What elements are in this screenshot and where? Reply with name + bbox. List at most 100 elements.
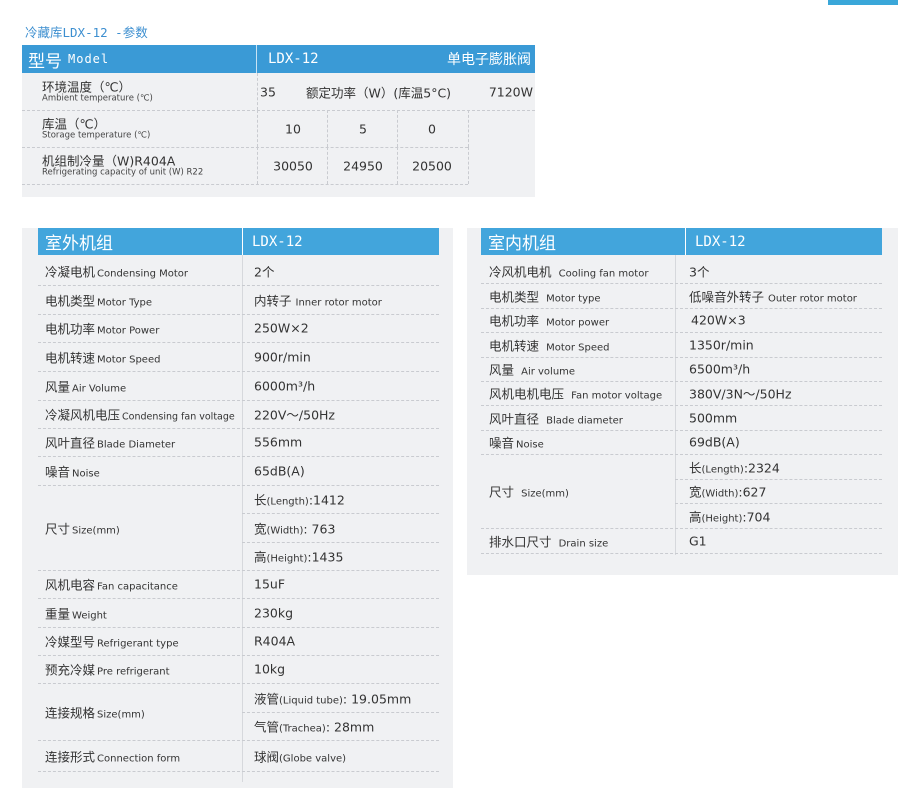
size-label: 尺寸 Size(mm) [489,484,569,500]
spec-value: 900r/min [254,349,311,364]
spec-value: 556mm [254,434,303,450]
spec-value: 6500m³/h [689,361,751,377]
spec-label: 预充冷媒 Pre refrigerant [45,662,170,678]
refrigerating-capacity-value: 20500 [412,158,452,173]
size-height: 高(Height):1435 [254,549,344,565]
size-label: 尺寸 Size(mm) [45,521,120,536]
spec-row: 重量 Weight 230kg [22,598,453,627]
spec-row: 冷凝电机 Condensing Motor 2个 [22,257,453,285]
spec-label: 风叶直径 Blade Diameter [45,435,176,451]
spec-value: R404A [254,633,296,649]
spec-row: 风机电容 Fan capacitance 15uF [22,570,453,598]
spec-label: 冷媒型号 Refrigerant type [45,634,179,650]
size-length: 长(Length):2324 [689,460,780,475]
spec-label: 电机类型 Motor type [489,289,601,304]
spec-label: 电机转速 Motor Speed [45,350,161,365]
spec-value: 250W×2 [254,320,309,336]
model-summary-table: 型号 Model LDX-12 单电子膨胀阀 环境温度（℃） Ambient t… [22,45,535,197]
spec-label: 风量 Air Volume [45,379,127,394]
ambient-temperature-row: 环境温度（℃） Ambient temperature (℃) 35 额定功率（… [22,73,535,110]
spec-label: 冷凝电机 Condensing Motor [45,264,189,280]
spec-row: 电机转速 Motor Speed 1350r/min [467,332,898,357]
spec-value: 低噪音外转子 Outer rotor motor [689,289,857,304]
spec-row: 风量 Air volume 6500m³/h [467,357,898,381]
spec-label: 冷风机电机 Cooling fan motor [489,264,649,280]
spec-value: 69dB(A) [689,434,740,450]
indoor-unit-model: LDX-12 [695,233,746,250]
spec-row: 风机电机电压 Fan motor voltage 380V/3N～/50Hz [467,381,898,405]
refrigerating-capacity-value: 24950 [343,158,383,173]
connection-size-label: 连接规格 Size(mm) [45,705,145,720]
spec-row: 风量 Air Volume 6000m³/h [22,371,453,400]
drain-size-label: 排水口尺寸 Drain size [489,534,609,549]
drain-size-value: G1 [689,533,707,548]
ambient-temperature-label: 环境温度（℃） Ambient temperature (℃) [42,79,153,103]
spec-row: 电机类型 Motor type 低噪音外转子 Outer rotor motor [467,283,898,308]
valve-type: 单电子膨胀阀 [447,52,531,68]
spec-row: 电机转速 Motor Speed 900r/min [22,342,453,371]
page-title: 冷藏库LDX-12 -参数 [25,25,148,40]
spec-value: 230kg [254,605,294,620]
storage-temperature-value: 10 [285,121,301,136]
spec-row: 冷风机电机 Cooling fan motor 3个 [467,259,898,283]
spec-row: 电机功率 Motor power 420W×3 [467,308,898,332]
spec-value: 220V～/50Hz [254,407,335,423]
spec-row: 电机类型 Motor Type 内转子 Inner rotor motor [22,285,453,314]
spec-row: 冷媒型号 Refrigerant type R404A [22,627,453,655]
spec-row: 风叶直径 Blade Diameter 556mm [22,428,453,456]
model-label-en: Model [68,52,110,66]
gas-tube-size: 气管(Trachea): 28mm [254,719,375,735]
spec-label: 电机转速 Motor Speed [489,338,610,353]
model-value: LDX-12 [268,51,319,67]
refrigerating-capacity-value: 30050 [273,158,313,173]
spec-label: 冷凝风机电压 Condensing fan voltage [45,407,235,423]
spec-label: 电机功率 Motor Power [45,321,160,337]
storage-temperature-row: 库温（℃） Storage temperature (℃) 10 5 0 [22,110,535,147]
size-height: 高(Height):704 [689,509,771,524]
spec-label: 风机电容 Fan capacitance [45,577,178,593]
rated-power-value: 7120W [488,84,533,99]
spec-row: 噪音 Noise 65dB(A) [22,456,453,485]
outdoor-unit-model: LDX-12 [252,233,303,250]
indoor-unit-header: 室内机组 LDX-12 [481,228,882,255]
rated-power-label: 额定功率（W）(库温5°C) [306,85,452,100]
spec-value: 500mm [689,410,738,425]
spec-value: 1350r/min [689,337,754,352]
liquid-tube-size: 液管(Liquid tube): 19.05mm [254,691,412,706]
connection-form-value: 球阀(Globe valve) [254,749,347,764]
spec-row: 冷凝风机电压 Condensing fan voltage 220V～/50Hz [22,400,453,428]
spec-label: 电机类型 Motor Type [45,293,153,308]
model-header-label: 型号 Model [22,45,257,73]
spec-label: 风叶直径 Blade diameter [489,411,623,426]
spec-label: 重量 Weight [45,606,107,621]
model-label-cn: 型号 [28,51,62,72]
storage-temperature-label: 库温（℃） Storage temperature (℃) [42,116,151,140]
spec-label: 噪音 Noise [489,435,544,451]
spec-label: 噪音 Noise [45,464,100,479]
drain-size-row: 排水口尺寸 Drain size G1 [467,528,898,553]
spec-label: 电机功率 Motor power [489,313,610,329]
refrigerating-capacity-row: 机组制冷量（W)R404A Refrigerating capacity of … [22,147,535,184]
storage-temperature-value: 5 [359,121,367,136]
size-length: 长(Length):1412 [254,492,345,508]
outdoor-unit-title: 室外机组 [38,228,243,255]
indoor-unit-title: 室内机组 [481,228,686,255]
spec-value: 15uF [254,576,286,592]
spec-value: 380V/3N～/50Hz [689,386,792,402]
outdoor-unit-panel: 室外机组 LDX-12 冷凝电机 Condensing Motor 2个 电机类型… [22,228,453,788]
model-summary-header: 型号 Model LDX-12 单电子膨胀阀 [22,45,535,73]
spec-row: 预充冷媒 Pre refrigerant 10kg [22,655,453,683]
spec-value: 420W×3 [691,312,746,328]
connection-form-row: 连接形式 Connection form 球阀(Globe valve) [22,740,453,771]
spec-row: 电机功率 Motor Power 250W×2 [22,314,453,342]
spec-value: 10kg [254,661,286,677]
spec-value: 2个 [254,264,275,280]
size-width: 宽(Width):627 [689,484,767,500]
spec-row: 风叶直径 Blade diameter 500mm [467,405,898,430]
refrigerating-capacity-label: 机组制冷量（W)R404A Refrigerating capacity of … [42,153,204,177]
spec-label: 风机电机电压 Fan motor voltage [489,386,663,402]
outdoor-unit-header: 室外机组 LDX-12 [38,228,439,255]
spec-value: 内转子 Inner rotor motor [254,293,382,308]
size-width: 宽(Width): 763 [254,521,336,536]
corner-accent-bar [828,0,898,5]
